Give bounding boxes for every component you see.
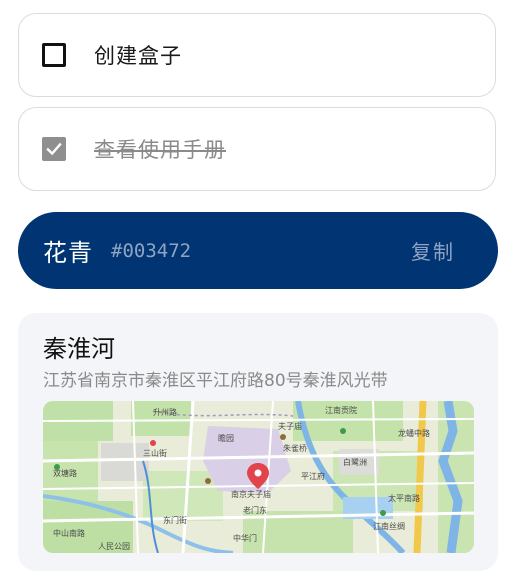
task-view-manual-label: 查看使用手册 xyxy=(94,138,226,162)
task-view-manual[interactable]: 查看使用手册 xyxy=(18,107,496,191)
map-label-zhongshan: 中山南路 xyxy=(53,528,85,538)
checked-checkbox-icon[interactable] xyxy=(42,137,66,161)
map-label-zhuque: 朱雀桥 xyxy=(283,443,307,453)
checkmark-icon xyxy=(46,142,62,156)
color-name: 花青 xyxy=(43,239,93,267)
map-label-jiangnan-examination: 江南贡院 xyxy=(325,405,357,415)
map-label-pingjiang: 平江府 xyxy=(301,471,325,481)
map-label-zhonghua: 中华门 xyxy=(233,533,257,543)
map-label-bailuzhou: 白鹭洲 xyxy=(343,457,367,467)
place-card[interactable]: 秦淮河 江苏省南京市秦淮区平江府路80号秦淮风光带 南京夫子庙 夫子庙 平江府 … xyxy=(18,313,498,571)
place-address: 江苏省南京市秦淮区平江府路80号秦淮风光带 xyxy=(43,371,388,391)
copy-button[interactable]: 复制 xyxy=(411,236,455,265)
place-name: 秦淮河 xyxy=(43,335,115,363)
map-label-shengzhou: 升州路 xyxy=(153,407,177,417)
color-hex-code: #003472 xyxy=(111,239,192,262)
task-create-box-label: 创建盒子 xyxy=(94,44,182,68)
map-label-dongmen: 东门街 xyxy=(163,515,187,525)
map-label-renmin-park: 人民公园 xyxy=(98,542,130,551)
map-label-zhanyuan: 瞻园 xyxy=(218,433,234,443)
map-label-longpan: 龙蟠中路 xyxy=(398,428,430,438)
map-label-taiping: 太平南路 xyxy=(388,493,420,503)
map-label-sanshan: 三山街 xyxy=(143,448,167,458)
task-create-box[interactable]: 创建盒子 xyxy=(18,13,496,97)
map-label-silk: 江南丝绸 xyxy=(373,521,405,531)
unchecked-checkbox-icon[interactable] xyxy=(42,43,66,67)
color-card: 花青 #003472 复制 xyxy=(18,212,498,289)
map-label-confucius-temple: 南京夫子庙 xyxy=(231,489,271,499)
map-label-laomendong: 老门东 xyxy=(243,505,267,515)
map-image: 南京夫子庙 夫子庙 平江府 三山街 双塘路 瞻园 白鹭洲 江南贡院 龙蟠中路 升… xyxy=(43,401,474,553)
map-label-fuzimiao: 夫子庙 xyxy=(278,421,302,431)
location-map[interactable]: 南京夫子庙 夫子庙 平江府 三山街 双塘路 瞻园 白鹭洲 江南贡院 龙蟠中路 升… xyxy=(43,401,474,553)
